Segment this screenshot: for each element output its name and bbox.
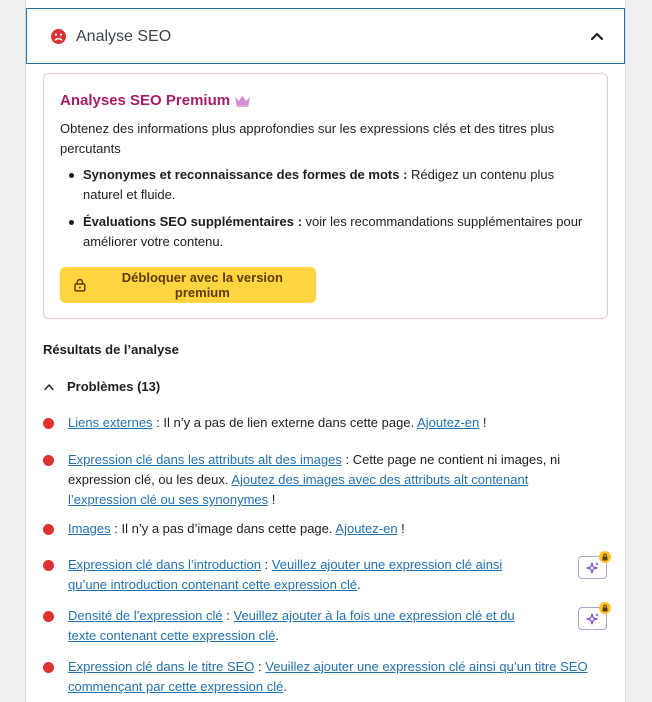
lock-icon (599, 551, 611, 563)
sparkles-icon (585, 612, 599, 625)
result-link[interactable]: Expression clé dans l’introduction (68, 557, 261, 572)
result-link[interactable]: Expression clé dans les attributs alt de… (68, 452, 342, 467)
result-link[interactable]: Images (68, 521, 111, 536)
results-heading: Résultats de l’analyse (43, 342, 179, 357)
problem-bullet (43, 418, 54, 429)
lock-icon (74, 278, 86, 292)
problem-bullet (43, 455, 54, 466)
unlock-premium-button[interactable]: Débloquer avec la version premium (60, 267, 316, 303)
ai-optimize-button[interactable] (578, 602, 611, 630)
chevron-up-icon (44, 383, 54, 390)
result-end: . (275, 628, 280, 643)
result-text: Expression clé dans les attributs alt de… (68, 450, 588, 510)
premium-upsell-box: Analyses SEO Premium Obtenez des informa… (43, 73, 608, 319)
seo-analysis-header[interactable]: Analyse SEO (26, 8, 625, 64)
premium-feature-name: Évaluations SEO supplémentaires : (83, 214, 302, 229)
result-description: : Il n’y a pas de lien externe dans cett… (152, 415, 418, 430)
result-end: ! (479, 415, 487, 430)
problems-toggle[interactable]: Problèmes (13) (43, 379, 160, 394)
result-end: . (283, 679, 287, 694)
crown-icon (234, 94, 251, 107)
sad-face-icon (51, 29, 66, 44)
seo-analysis-panel: Analyse SEO Analyses SEO Premium Obtenez… (25, 0, 626, 702)
premium-feature-item: Évaluations SEO supplémentaires : voir l… (60, 212, 590, 252)
result-description: : (222, 608, 234, 623)
result-end: . (357, 577, 361, 592)
result-text: Densité de l’expression clé : Veuillez a… (68, 606, 543, 646)
result-end: ! (397, 521, 405, 536)
problem-bullet (43, 524, 54, 535)
chevron-up-icon[interactable] (589, 29, 605, 43)
result-link[interactable]: Densité de l’expression clé (68, 608, 223, 623)
result-description: : (260, 557, 272, 572)
result-action-link[interactable]: Ajoutez-en (417, 415, 479, 430)
premium-feature-name: Synonymes et reconnaissance des formes d… (83, 167, 408, 182)
unlock-premium-label: Débloquer avec la version premium (121, 270, 283, 300)
result-text: Expression clé dans le titre SEO : Veuil… (68, 657, 588, 697)
premium-title: Analyses SEO Premium (60, 92, 231, 109)
result-action-link[interactable]: Ajoutez-en (335, 521, 397, 536)
result-description: : (254, 659, 266, 674)
result-end: ! (268, 492, 276, 507)
problem-bullet (43, 662, 54, 673)
problem-bullet (43, 611, 54, 622)
premium-feature-list: Synonymes et reconnaissance des formes d… (60, 165, 590, 259)
premium-feature-item: Synonymes et reconnaissance des formes d… (60, 165, 590, 205)
ai-optimize-button[interactable] (578, 551, 611, 579)
lock-icon (599, 602, 611, 614)
result-description: : Il n’y a pas d’image dans cette page. (110, 521, 336, 536)
sparkles-icon (585, 561, 599, 574)
result-text: Expression clé dans l’introduction : Veu… (68, 555, 543, 595)
problem-bullet (43, 560, 54, 571)
seo-analysis-title: Analyse SEO (76, 28, 172, 45)
result-text: Images : Il n’y a pas d’image dans cette… (68, 519, 588, 539)
result-text: Liens externes : Il n’y a pas de lien ex… (68, 413, 588, 433)
problems-label: Problèmes (13) (67, 379, 161, 394)
premium-description: Obtenez des informations plus approfondi… (60, 121, 555, 156)
result-link[interactable]: Liens externes (68, 415, 153, 430)
result-link[interactable]: Expression clé dans le titre SEO (68, 659, 254, 674)
